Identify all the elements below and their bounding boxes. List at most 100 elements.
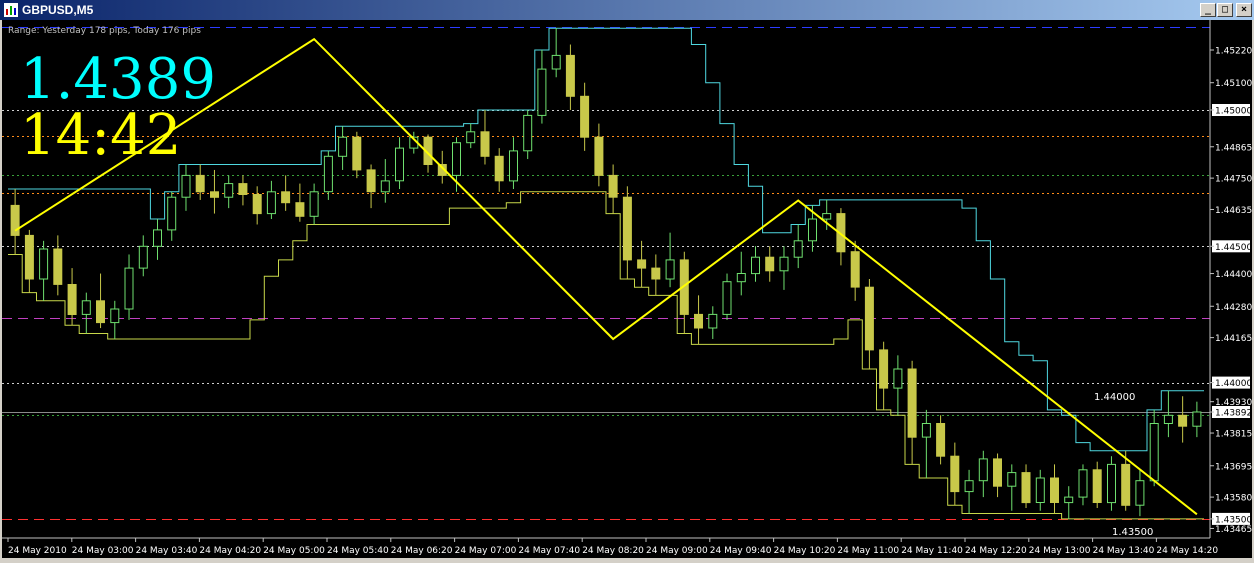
minimize-button[interactable]: _: [1200, 3, 1216, 17]
price-tick-label: 1.44865: [1215, 143, 1252, 153]
candle-body: [309, 191, 319, 217]
price-chart[interactable]: 1.45220 1.45100 1.45000 1.44865 1.44750 1.446…: [2, 20, 1252, 558]
time-tick-label: 24 May 06:20: [391, 546, 453, 556]
time-axis: 24 May 2010 24 May 03:00 24 May 03:40 24 Ma…: [7, 538, 1218, 556]
candle: [1064, 486, 1074, 519]
level-label-144000: 1.44000: [1094, 392, 1135, 403]
candle-body: [850, 251, 860, 288]
candle-body: [238, 183, 248, 196]
candle: [722, 273, 732, 320]
chart-area[interactable]: 1.45220 1.45100 1.45000 1.44865 1.44750 1.446…: [2, 20, 1252, 558]
maximize-button[interactable]: □: [1217, 3, 1233, 17]
candle: [195, 164, 205, 200]
candle: [1178, 396, 1188, 443]
candle: [1135, 469, 1145, 517]
candle: [153, 219, 162, 260]
candle: [124, 254, 134, 320]
candle-body: [580, 95, 590, 138]
price-tick-label: 1.44280: [1215, 303, 1252, 313]
time-tick-label: 24 May 13:00: [1029, 546, 1091, 556]
candle-body: [210, 191, 219, 198]
window-titlebar[interactable]: GBPUSD,M5 _ □ ×: [0, 0, 1254, 20]
time-tick-label: 24 May 13:40: [1093, 546, 1155, 556]
candle: [266, 180, 276, 220]
candle-body: [751, 256, 760, 275]
time-tick-label: 24 May 05:00: [263, 546, 325, 556]
candle: [551, 28, 561, 78]
chart-window-icon: [4, 3, 18, 17]
candle: [352, 131, 362, 179]
candle: [964, 469, 974, 514]
candle-body: [295, 202, 305, 217]
price-tick-label: 1.43500: [1215, 515, 1252, 525]
price-tick-label: 1.44635: [1215, 206, 1252, 216]
candle: [850, 240, 860, 301]
time-tick-label: 24 May 03:40: [136, 546, 198, 556]
price-tick-label: 1.43580: [1215, 494, 1252, 504]
candle-body: [509, 150, 518, 182]
candle-body: [793, 240, 803, 258]
candle-body: [822, 213, 832, 220]
candle: [907, 360, 917, 465]
candle: [238, 175, 248, 206]
time-tick-label: 24 May 11:00: [837, 546, 899, 556]
candle: [793, 224, 803, 269]
time-tick-label: 24 May 08:20: [582, 546, 644, 556]
candle-body: [950, 455, 960, 493]
candle-body: [252, 194, 262, 215]
price-tick-label: 1.45000: [1215, 107, 1252, 117]
price-tick-label: 1.43892: [1215, 409, 1252, 419]
candle: [480, 109, 490, 165]
candle-body: [395, 147, 404, 182]
candle-body: [53, 248, 63, 285]
candle: [96, 273, 105, 329]
candle-body: [167, 196, 177, 231]
candle: [523, 109, 533, 160]
level-label-143500: 1.43500: [1112, 527, 1153, 538]
candle: [594, 123, 604, 187]
candle: [978, 450, 988, 498]
price-tick-label: 1.44400: [1215, 270, 1252, 280]
candle-body: [153, 229, 162, 247]
close-button[interactable]: ×: [1236, 3, 1252, 17]
candle: [736, 251, 746, 296]
candle: [1050, 464, 1059, 514]
candle-body: [779, 256, 789, 272]
candle-body: [1092, 469, 1102, 503]
candle-body: [323, 155, 333, 193]
price-axis: 1.45220 1.45100 1.45000 1.44865 1.44750 1.446…: [1210, 47, 1252, 535]
candle: [665, 232, 675, 288]
candle-body: [637, 259, 647, 269]
time-tick-label: 24 May 05:40: [327, 546, 389, 556]
candle-body: [993, 458, 1002, 487]
time-tick-label: 24 May 14:20: [1156, 546, 1218, 556]
time-tick-label: 24 May 07:00: [455, 546, 517, 556]
candle: [679, 251, 689, 334]
candle-body: [694, 313, 703, 329]
candle: [921, 409, 931, 479]
candle-body: [1192, 411, 1202, 427]
candle-body: [1007, 472, 1017, 487]
candle-body: [864, 286, 874, 351]
candle: [181, 164, 191, 211]
candle-body: [936, 423, 946, 457]
candle-body: [523, 114, 533, 152]
candle-body: [380, 180, 390, 193]
candle-body: [893, 368, 903, 389]
candle-body: [879, 349, 889, 389]
candle: [993, 453, 1002, 498]
candle-body: [366, 169, 376, 193]
candle-body: [1064, 496, 1074, 504]
candle-body: [1163, 414, 1173, 424]
candle: [10, 189, 20, 255]
candle: [309, 183, 319, 225]
price-tick-label: 1.44750: [1215, 175, 1252, 185]
candle: [338, 126, 348, 170]
candle: [281, 175, 291, 211]
candle: [651, 254, 661, 296]
time-tick-label: 24 May 2010: [8, 546, 67, 556]
candle-body: [138, 245, 148, 269]
time-tick-label: 24 May 09:40: [710, 546, 772, 556]
candle: [779, 246, 789, 290]
candle: [252, 186, 262, 225]
